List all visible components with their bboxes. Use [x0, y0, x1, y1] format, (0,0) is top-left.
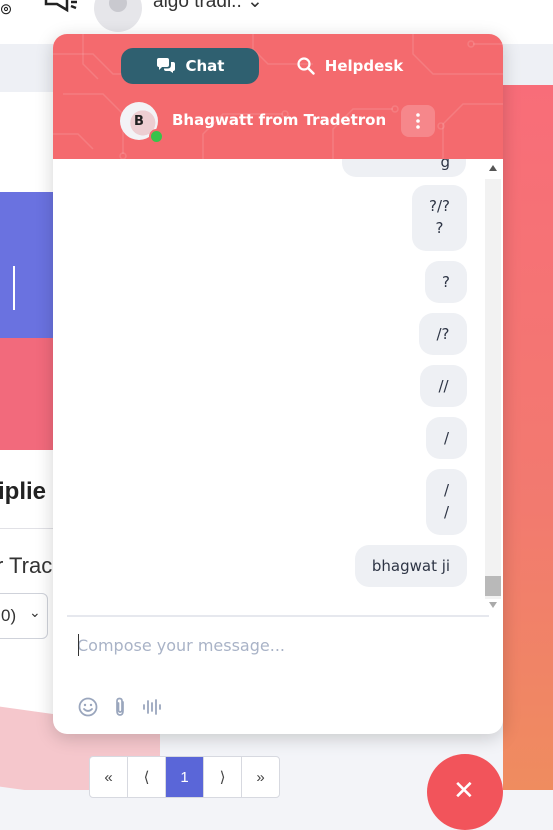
- voice-button[interactable]: [141, 696, 163, 718]
- username: algo tradi..: [153, 0, 242, 12]
- composer-divider: [67, 615, 489, 617]
- tab-chat-label: Chat: [185, 57, 225, 75]
- circuit-pattern: [53, 34, 503, 159]
- user-menu[interactable]: algo tradi.. ⌄: [153, 0, 263, 13]
- scroll-down-icon[interactable]: [489, 602, 497, 608]
- message-bubble: ?: [425, 261, 467, 303]
- attach-button[interactable]: [109, 696, 131, 718]
- pagination-next[interactable]: ⟩: [204, 757, 242, 797]
- chat-widget: Chat Helpdesk B Bhagwatt from Tradetron …: [53, 34, 503, 734]
- online-status-dot: [149, 129, 164, 144]
- message-bubble: //: [420, 365, 467, 407]
- message-input[interactable]: [77, 632, 477, 658]
- announcement-icon[interactable]: [43, 0, 79, 20]
- message-bubble: /: [426, 417, 467, 459]
- page-subheading-fragment: r Trac: [0, 553, 53, 578]
- attachment-icon: [116, 697, 124, 716]
- panel-divider: [13, 266, 15, 310]
- message-bubble: /?: [419, 313, 467, 355]
- search-icon: [297, 57, 315, 75]
- pagination: « ⟨ 1 ⟩ »: [89, 756, 280, 798]
- kebab-menu-icon: [416, 113, 420, 129]
- page-divider: [0, 528, 56, 529]
- page-heading-fragment: iplie: [0, 478, 47, 505]
- more-options-button[interactable]: [401, 105, 435, 137]
- page-blue-panel: [0, 192, 60, 338]
- agent-initial: B: [134, 113, 144, 129]
- tab-helpdesk[interactable]: Helpdesk: [295, 48, 405, 84]
- message-scrollbar[interactable]: [483, 159, 503, 614]
- voice-icon: [143, 699, 161, 715]
- scroll-thumb[interactable]: [485, 576, 501, 596]
- scroll-track[interactable]: [485, 179, 501, 599]
- chat-header: Chat Helpdesk B Bhagwatt from Tradetron: [53, 34, 503, 159]
- page-select[interactable]: 0) ⌄: [0, 593, 48, 639]
- message-bubble: g: [342, 159, 466, 177]
- close-chat-button[interactable]: ✕: [427, 754, 503, 830]
- close-icon: ✕: [453, 776, 475, 806]
- message-bubble: ?/? ?: [412, 185, 467, 251]
- page-select-value: 0): [1, 606, 17, 625]
- agent-name: Bhagwatt from Tradetron: [172, 111, 387, 129]
- chevron-down-icon: ⌄: [29, 604, 41, 620]
- page-decoration: [503, 85, 553, 790]
- user-avatar[interactable]: [94, 0, 142, 32]
- pagination-first[interactable]: «: [90, 757, 128, 797]
- message-list[interactable]: g ?/? ? ? /? // / / / bhagwat ji: [53, 159, 483, 614]
- text-caret: [78, 634, 79, 656]
- emoji-button[interactable]: [77, 696, 99, 718]
- pagination-last[interactable]: »: [242, 757, 279, 797]
- tab-chat[interactable]: Chat: [121, 48, 259, 84]
- emoji-icon: [78, 697, 98, 717]
- page-pink-panel: [0, 338, 60, 450]
- message-bubble: / /: [426, 469, 467, 535]
- message-bubble: bhagwat ji: [355, 545, 467, 587]
- chat-bubbles-icon: [156, 58, 175, 73]
- chevron-down-icon: ⌄: [247, 0, 263, 12]
- tab-helpdesk-label: Helpdesk: [324, 57, 404, 75]
- app-icon[interactable]: ၜ: [0, 0, 12, 25]
- pagination-page-1[interactable]: 1: [166, 757, 204, 797]
- pagination-prev[interactable]: ⟨: [128, 757, 166, 797]
- scroll-up-icon[interactable]: [489, 165, 497, 171]
